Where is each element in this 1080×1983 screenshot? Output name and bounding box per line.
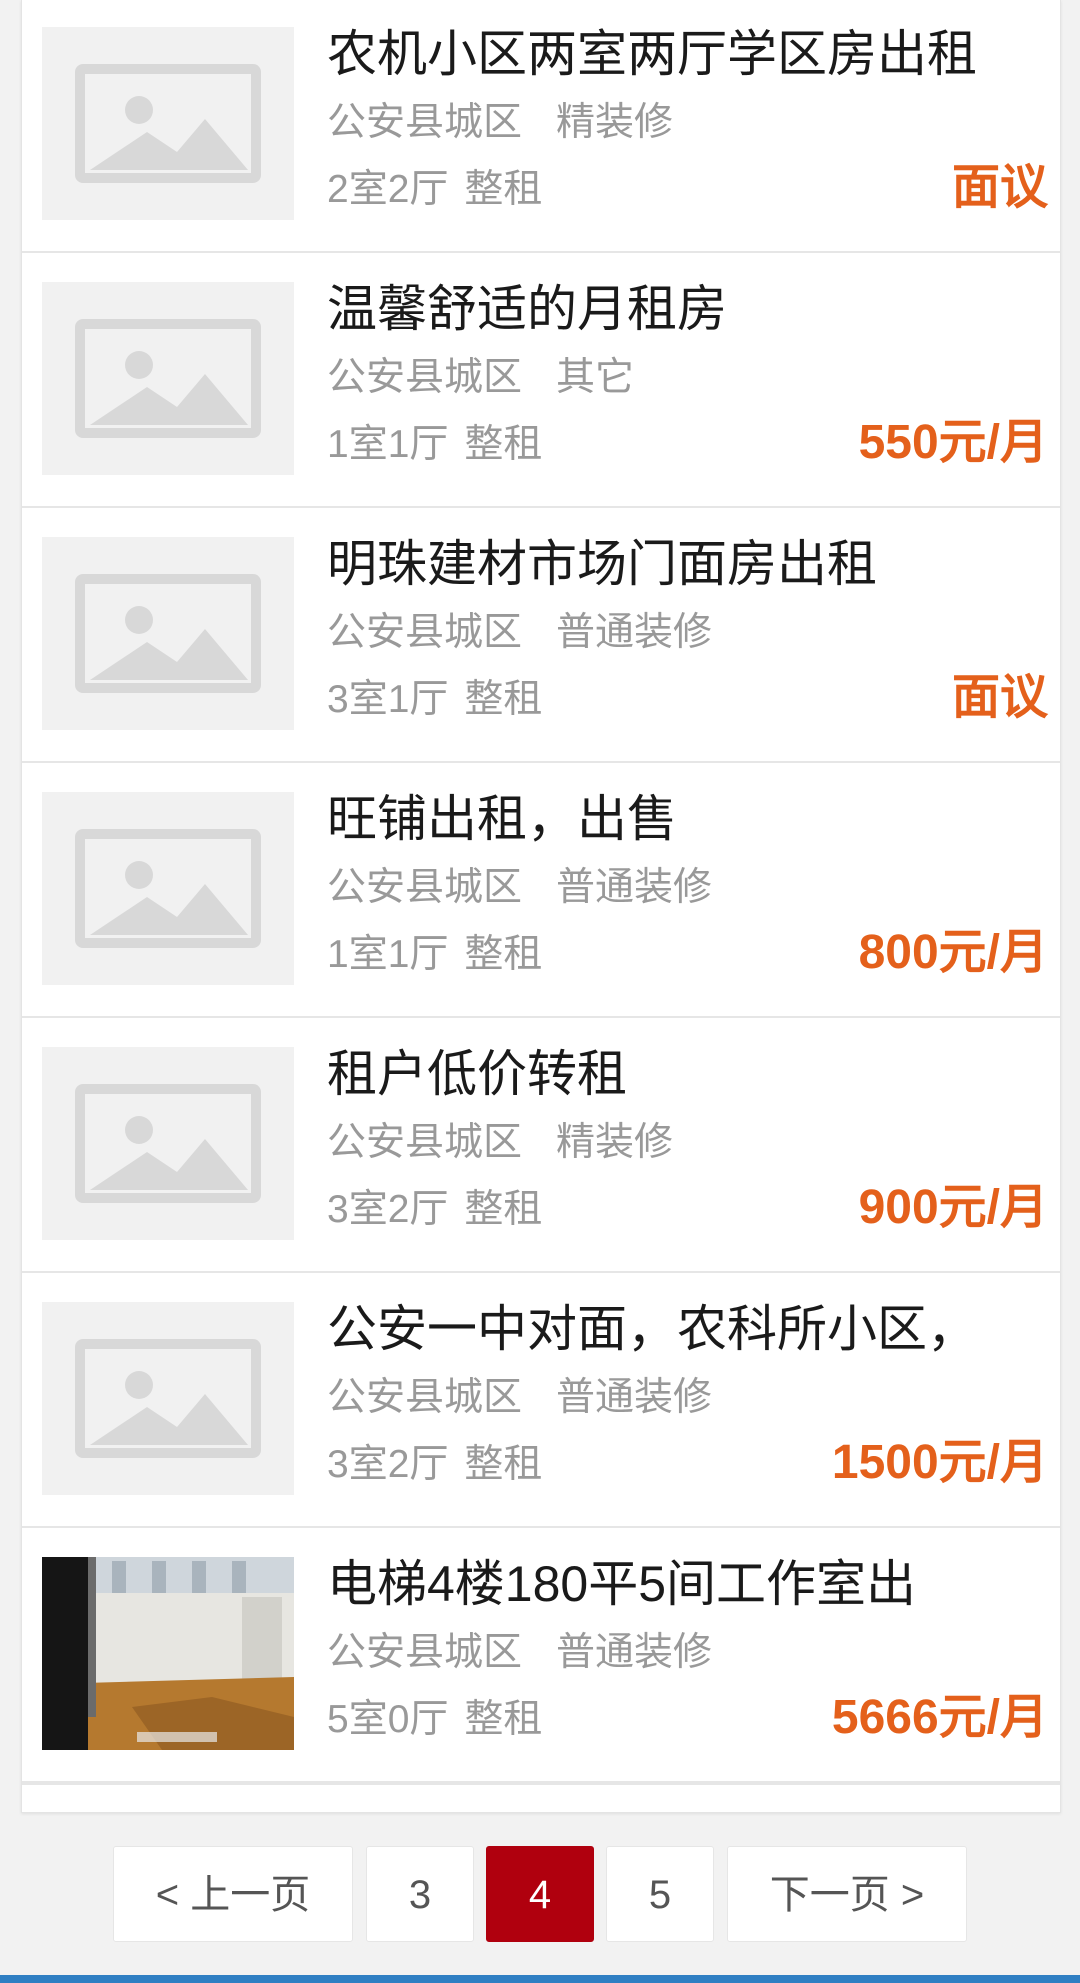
listing-rent-type: 整租 — [464, 168, 543, 211]
listing-item[interactable]: 明珠建材市场门面房出租 公安县城区 普通装修 3室1厅 整租 面议 — [22, 510, 1060, 763]
listing-layout: 3室2厅 — [327, 1443, 449, 1486]
listing-title: 农机小区两室两厅学区房出租 — [327, 26, 977, 82]
listing-price: 800元/月 — [858, 926, 1048, 979]
listing-meta: 公安县城区 普通装修 — [327, 863, 712, 913]
listing-layout: 2室2厅 — [327, 168, 449, 211]
listing-decoration: 精装修 — [556, 101, 674, 144]
listing-item[interactable]: 公安一中对面，农科所小区， 公安县城区 普通装修 3室2厅 整租 1500元/月 — [22, 1275, 1060, 1528]
list-divider — [22, 1783, 1060, 1785]
page-4-button-current[interactable]: 4 — [486, 1846, 594, 1942]
image-placeholder-icon — [42, 282, 294, 475]
listing-rooms: 1室1厅 整租 — [327, 420, 542, 470]
listing-price: 1500元/月 — [831, 1436, 1048, 1489]
listing-rent-type: 整租 — [464, 1698, 543, 1741]
listing-decoration: 普通装修 — [556, 1631, 713, 1674]
listing-decoration: 其它 — [556, 356, 635, 399]
listing-decoration: 普通装修 — [556, 866, 713, 909]
listing-rooms: 3室2厅 整租 — [327, 1440, 542, 1490]
listing-photo — [42, 1557, 294, 1750]
listing-meta: 公安县城区 普通装修 — [327, 1373, 712, 1423]
listing-layout: 5室0厅 — [327, 1698, 449, 1741]
listing-item[interactable]: 温馨舒适的月租房 公安县城区 其它 1室1厅 整租 550元/月 — [22, 255, 1060, 508]
listing-rooms: 1室1厅 整租 — [327, 930, 542, 980]
listing-item[interactable]: 旺铺出租，出售 公安县城区 普通装修 1室1厅 整租 800元/月 — [22, 765, 1060, 1018]
prev-page-button[interactable]: < 上一页 — [113, 1846, 353, 1942]
listing-meta: 公安县城区 精装修 — [327, 98, 673, 148]
listing-rooms: 2室2厅 整租 — [327, 165, 542, 215]
image-placeholder-icon — [42, 1047, 294, 1240]
listing-rooms: 3室2厅 整租 — [327, 1185, 542, 1235]
listing-layout: 1室1厅 — [327, 933, 449, 976]
listing-list: 农机小区两室两厅学区房出租 公安县城区 精装修 2室2厅 整租 面议 温馨舒适的月租… — [21, 0, 1061, 1813]
listing-meta: 公安县城区 其它 — [327, 353, 634, 403]
listing-price: 5666元/月 — [831, 1691, 1048, 1744]
listing-title: 温馨舒适的月租房 — [327, 281, 727, 337]
listing-area: 公安县城区 — [327, 866, 523, 909]
listing-title: 明珠建材市场门面房出租 — [327, 536, 877, 592]
listing-area: 公安县城区 — [327, 356, 523, 399]
listing-item[interactable]: 租户低价转租 公安县城区 精装修 3室2厅 整租 900元/月 — [22, 1020, 1060, 1273]
listing-decoration: 普通装修 — [556, 1376, 713, 1419]
listing-price: 900元/月 — [858, 1181, 1048, 1234]
listing-rent-type: 整租 — [464, 678, 543, 721]
next-page-button[interactable]: 下一页 > — [727, 1846, 967, 1942]
listing-rent-type: 整租 — [464, 933, 543, 976]
listing-area: 公安县城区 — [327, 611, 523, 654]
listing-area: 公安县城区 — [327, 1376, 523, 1419]
listing-rent-type: 整租 — [464, 423, 543, 466]
listing-title: 公安一中对面，农科所小区， — [327, 1301, 977, 1357]
image-placeholder-icon — [42, 792, 294, 985]
listing-price: 550元/月 — [858, 416, 1048, 469]
listing-area: 公安县城区 — [327, 1121, 523, 1164]
listing-rent-type: 整租 — [464, 1443, 543, 1486]
page-5-button[interactable]: 5 — [606, 1846, 714, 1942]
listing-price: 面议 — [951, 161, 1048, 214]
listing-meta: 公安县城区 普通装修 — [327, 608, 712, 658]
listing-layout: 3室2厅 — [327, 1188, 449, 1231]
listing-meta: 公安县城区 精装修 — [327, 1118, 673, 1168]
listing-title: 旺铺出租，出售 — [327, 791, 677, 847]
listing-title: 租户低价转租 — [327, 1046, 627, 1102]
image-placeholder-icon — [42, 27, 294, 220]
image-placeholder-icon — [42, 537, 294, 730]
bottom-bar — [0, 1975, 1080, 1983]
listing-layout: 3室1厅 — [327, 678, 449, 721]
listing-item[interactable]: 电梯4楼180平5间工作室出 公安县城区 普通装修 5室0厅 整租 5666元/月 — [22, 1530, 1060, 1783]
listing-rooms: 5室0厅 整租 — [327, 1695, 542, 1745]
listing-area: 公安县城区 — [327, 101, 523, 144]
listing-item[interactable]: 农机小区两室两厅学区房出租 公安县城区 精装修 2室2厅 整租 面议 — [22, 0, 1060, 253]
page-3-button[interactable]: 3 — [366, 1846, 474, 1942]
listing-price: 面议 — [951, 671, 1048, 724]
listing-rent-type: 整租 — [464, 1188, 543, 1231]
listing-rooms: 3室1厅 整租 — [327, 675, 542, 725]
listing-decoration: 精装修 — [556, 1121, 674, 1164]
listing-layout: 1室1厅 — [327, 423, 449, 466]
listing-area: 公安县城区 — [327, 1631, 523, 1674]
listing-meta: 公安县城区 普通装修 — [327, 1628, 712, 1678]
image-placeholder-icon — [42, 1302, 294, 1495]
listing-decoration: 普通装修 — [556, 611, 713, 654]
listing-title: 电梯4楼180平5间工作室出 — [327, 1556, 917, 1612]
